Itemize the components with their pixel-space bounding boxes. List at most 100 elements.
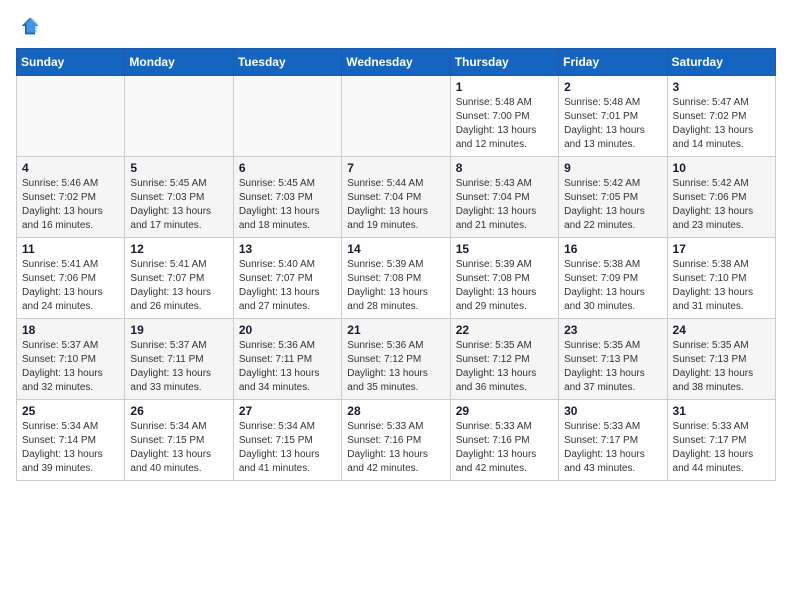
cell-info: Sunrise: 5:37 AM Sunset: 7:10 PM Dayligh… <box>22 339 119 395</box>
page-header <box>16 16 776 36</box>
day-number: 17 <box>673 242 770 256</box>
cell-info: Sunrise: 5:39 AM Sunset: 7:08 PM Dayligh… <box>347 258 444 314</box>
calendar-header-saturday: Saturday <box>667 49 775 76</box>
calendar-cell: 23 Sunrise: 5:35 AM Sunset: 7:13 PM Dayli… <box>559 319 667 400</box>
calendar-header-sunday: Sunday <box>17 49 125 76</box>
cell-info: Sunrise: 5:37 AM Sunset: 7:11 PM Dayligh… <box>130 339 227 395</box>
day-number: 21 <box>347 323 444 337</box>
cell-info: Sunrise: 5:35 AM Sunset: 7:13 PM Dayligh… <box>673 339 770 395</box>
day-number: 15 <box>456 242 553 256</box>
cell-info: Sunrise: 5:40 AM Sunset: 7:07 PM Dayligh… <box>239 258 336 314</box>
day-number: 2 <box>564 80 661 94</box>
calendar-cell: 18Sunrise: 5:37 AM Sunset: 7:10 PM Dayli… <box>17 319 125 400</box>
calendar-cell: 25Sunrise: 5:34 AM Sunset: 7:14 PM Dayli… <box>17 400 125 481</box>
cell-info: Sunrise: 5:35 AM Sunset: 7:13 PM Dayligh… <box>564 339 661 395</box>
calendar-cell: 21Sunrise: 5:36 AM Sunset: 7:12 PM Dayli… <box>342 319 450 400</box>
day-number: 14 <box>347 242 444 256</box>
day-number: 28 <box>347 404 444 418</box>
cell-info: Sunrise: 5:41 AM Sunset: 7:06 PM Dayligh… <box>22 258 119 314</box>
calendar-header-wednesday: Wednesday <box>342 49 450 76</box>
cell-info: Sunrise: 5:34 AM Sunset: 7:14 PM Dayligh… <box>22 420 119 476</box>
cell-info: Sunrise: 5:33 AM Sunset: 7:16 PM Dayligh… <box>456 420 553 476</box>
calendar-cell: 7 Sunrise: 5:44 AM Sunset: 7:04 PM Daylig… <box>342 157 450 238</box>
calendar-header-row: SundayMondayTuesdayWednesdayThursdayFrid… <box>17 49 776 76</box>
calendar-cell: 14 Sunrise: 5:39 AM Sunset: 7:08 PM Dayli… <box>342 238 450 319</box>
calendar-cell <box>342 76 450 157</box>
day-number: 5 <box>130 161 227 175</box>
cell-info: Sunrise: 5:43 AM Sunset: 7:04 PM Dayligh… <box>456 177 553 233</box>
cell-info: Sunrise: 5:39 AM Sunset: 7:08 PM Dayligh… <box>456 258 553 314</box>
calendar-header-tuesday: Tuesday <box>233 49 341 76</box>
calendar-cell: 24Sunrise: 5:35 AM Sunset: 7:13 PM Dayli… <box>667 319 775 400</box>
day-number: 7 <box>347 161 444 175</box>
cell-info: Sunrise: 5:47 AM Sunset: 7:02 PM Dayligh… <box>673 96 770 152</box>
calendar-week-3: 11 Sunrise: 5:41 AM Sunset: 7:06 PM Dayli… <box>17 238 776 319</box>
day-number: 6 <box>239 161 336 175</box>
calendar-cell: 20Sunrise: 5:36 AM Sunset: 7:11 PM Dayli… <box>233 319 341 400</box>
calendar-cell: 13Sunrise: 5:40 AM Sunset: 7:07 PM Dayli… <box>233 238 341 319</box>
day-number: 1 <box>456 80 553 94</box>
cell-info: Sunrise: 5:48 AM Sunset: 7:01 PM Dayligh… <box>564 96 661 152</box>
calendar-cell: 26 Sunrise: 5:34 AM Sunset: 7:15 PM Dayli… <box>125 400 233 481</box>
cell-info: Sunrise: 5:38 AM Sunset: 7:10 PM Dayligh… <box>673 258 770 314</box>
calendar-cell: 30 Sunrise: 5:33 AM Sunset: 7:17 PM Dayli… <box>559 400 667 481</box>
calendar-header-thursday: Thursday <box>450 49 558 76</box>
calendar-cell: 15 Sunrise: 5:39 AM Sunset: 7:08 PM Dayli… <box>450 238 558 319</box>
calendar-cell: 5 Sunrise: 5:45 AM Sunset: 7:03 PM Daylig… <box>125 157 233 238</box>
calendar-body: 1 Sunrise: 5:48 AM Sunset: 7:00 PM Daylig… <box>17 76 776 481</box>
cell-info: Sunrise: 5:35 AM Sunset: 7:12 PM Dayligh… <box>456 339 553 395</box>
calendar-table: SundayMondayTuesdayWednesdayThursdayFrid… <box>16 48 776 481</box>
calendar-cell: 31 Sunrise: 5:33 AM Sunset: 7:17 PM Dayli… <box>667 400 775 481</box>
day-number: 10 <box>673 161 770 175</box>
calendar-cell: 4 Sunrise: 5:46 AM Sunset: 7:02 PM Daylig… <box>17 157 125 238</box>
calendar-week-4: 18Sunrise: 5:37 AM Sunset: 7:10 PM Dayli… <box>17 319 776 400</box>
calendar-cell: 27Sunrise: 5:34 AM Sunset: 7:15 PM Dayli… <box>233 400 341 481</box>
calendar-cell <box>125 76 233 157</box>
day-number: 4 <box>22 161 119 175</box>
cell-info: Sunrise: 5:34 AM Sunset: 7:15 PM Dayligh… <box>239 420 336 476</box>
day-number: 26 <box>130 404 227 418</box>
day-number: 19 <box>130 323 227 337</box>
cell-info: Sunrise: 5:48 AM Sunset: 7:00 PM Dayligh… <box>456 96 553 152</box>
day-number: 8 <box>456 161 553 175</box>
day-number: 23 <box>564 323 661 337</box>
calendar-week-2: 4 Sunrise: 5:46 AM Sunset: 7:02 PM Daylig… <box>17 157 776 238</box>
calendar-cell: 11 Sunrise: 5:41 AM Sunset: 7:06 PM Dayli… <box>17 238 125 319</box>
calendar-header-friday: Friday <box>559 49 667 76</box>
calendar-cell: 10 Sunrise: 5:42 AM Sunset: 7:06 PM Dayli… <box>667 157 775 238</box>
cell-info: Sunrise: 5:46 AM Sunset: 7:02 PM Dayligh… <box>22 177 119 233</box>
calendar-cell: 17 Sunrise: 5:38 AM Sunset: 7:10 PM Dayli… <box>667 238 775 319</box>
day-number: 12 <box>130 242 227 256</box>
cell-info: Sunrise: 5:38 AM Sunset: 7:09 PM Dayligh… <box>564 258 661 314</box>
day-number: 3 <box>673 80 770 94</box>
day-number: 11 <box>22 242 119 256</box>
cell-info: Sunrise: 5:45 AM Sunset: 7:03 PM Dayligh… <box>130 177 227 233</box>
calendar-cell: 19 Sunrise: 5:37 AM Sunset: 7:11 PM Dayli… <box>125 319 233 400</box>
cell-info: Sunrise: 5:33 AM Sunset: 7:16 PM Dayligh… <box>347 420 444 476</box>
calendar-cell: 3 Sunrise: 5:47 AM Sunset: 7:02 PM Daylig… <box>667 76 775 157</box>
day-number: 22 <box>456 323 553 337</box>
logo-icon <box>20 16 40 36</box>
day-number: 30 <box>564 404 661 418</box>
cell-info: Sunrise: 5:33 AM Sunset: 7:17 PM Dayligh… <box>564 420 661 476</box>
cell-info: Sunrise: 5:33 AM Sunset: 7:17 PM Dayligh… <box>673 420 770 476</box>
calendar-cell: 28 Sunrise: 5:33 AM Sunset: 7:16 PM Dayli… <box>342 400 450 481</box>
calendar-week-5: 25Sunrise: 5:34 AM Sunset: 7:14 PM Dayli… <box>17 400 776 481</box>
day-number: 29 <box>456 404 553 418</box>
day-number: 31 <box>673 404 770 418</box>
cell-info: Sunrise: 5:34 AM Sunset: 7:15 PM Dayligh… <box>130 420 227 476</box>
day-number: 20 <box>239 323 336 337</box>
calendar-header-monday: Monday <box>125 49 233 76</box>
calendar-cell: 1 Sunrise: 5:48 AM Sunset: 7:00 PM Daylig… <box>450 76 558 157</box>
day-number: 9 <box>564 161 661 175</box>
cell-info: Sunrise: 5:41 AM Sunset: 7:07 PM Dayligh… <box>130 258 227 314</box>
calendar-cell <box>17 76 125 157</box>
calendar-week-1: 1 Sunrise: 5:48 AM Sunset: 7:00 PM Daylig… <box>17 76 776 157</box>
cell-info: Sunrise: 5:45 AM Sunset: 7:03 PM Dayligh… <box>239 177 336 233</box>
calendar-cell: 6 Sunrise: 5:45 AM Sunset: 7:03 PM Daylig… <box>233 157 341 238</box>
logo <box>16 16 40 36</box>
cell-info: Sunrise: 5:42 AM Sunset: 7:06 PM Dayligh… <box>673 177 770 233</box>
day-number: 16 <box>564 242 661 256</box>
calendar-cell: 2 Sunrise: 5:48 AM Sunset: 7:01 PM Daylig… <box>559 76 667 157</box>
cell-info: Sunrise: 5:44 AM Sunset: 7:04 PM Dayligh… <box>347 177 444 233</box>
